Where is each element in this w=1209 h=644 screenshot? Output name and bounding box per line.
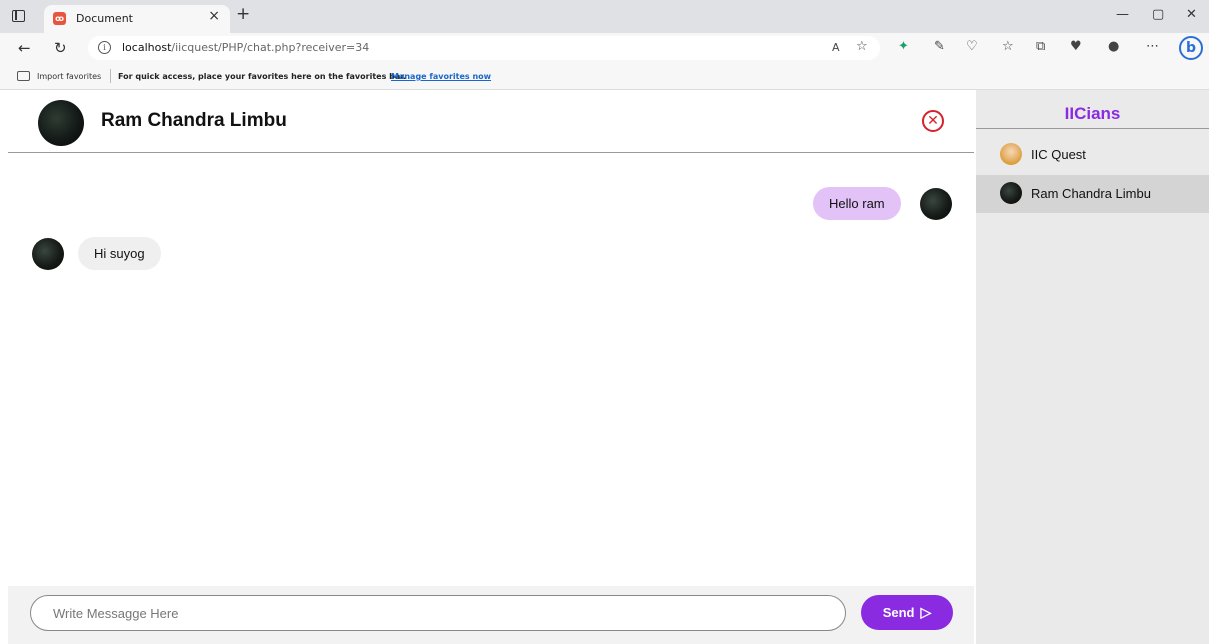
xampp-favicon-icon: ꝏ — [53, 12, 66, 25]
manage-favorites-link[interactable]: Manage favorites now — [391, 72, 491, 81]
browser-tab[interactable]: ꝏ Document × — [44, 5, 230, 33]
browser-essentials-icon[interactable]: ♡ — [966, 39, 978, 54]
url-field[interactable]: i localhost/iicquest/PHP/chat.php?receiv… — [88, 36, 880, 60]
window-close-icon[interactable]: ✕ — [1186, 7, 1197, 22]
favorites-divider — [110, 69, 111, 83]
users-sidebar: IICians IIC Quest Ram Chandra Limbu — [976, 90, 1209, 644]
more-options-icon[interactable]: ⋯ — [1146, 39, 1159, 54]
send-arrow-icon: ▷ — [920, 604, 932, 620]
browser-address-bar: ← ↻ i localhost/iicquest/PHP/chat.php?re… — [0, 33, 1209, 63]
refresh-icon[interactable]: ↻ — [54, 39, 67, 57]
chat-page: Ram Chandra Limbu ✕ Hello ram Hi suyog S… — [0, 90, 1209, 644]
bing-icon[interactable]: b — [1179, 36, 1203, 60]
import-favorites-link[interactable]: Import favorites — [37, 72, 101, 81]
sidebar-title: IICians — [976, 90, 1209, 129]
favorites-icon[interactable]: ☆ — [1002, 39, 1014, 54]
extension-icon[interactable]: ✦ — [898, 39, 909, 54]
sidebar-user-iic-quest[interactable]: IIC Quest — [976, 136, 1209, 174]
message-outgoing: Hello ram — [813, 187, 901, 220]
chat-header: Ram Chandra Limbu ✕ — [8, 90, 974, 153]
browser-tab-bar: ꝏ Document × + — ▢ ✕ — [0, 0, 1209, 33]
new-tab-icon[interactable]: + — [236, 4, 250, 24]
tab-actions-icon[interactable] — [12, 10, 25, 22]
receiver-name: Ram Chandra Limbu — [101, 110, 287, 131]
user-name: Ram Chandra Limbu — [1031, 186, 1151, 201]
restore-icon[interactable]: ▢ — [1152, 7, 1164, 22]
copilot-heart-icon[interactable]: ♥ — [1070, 39, 1082, 54]
import-favorites-icon[interactable] — [17, 71, 30, 81]
close-chat-icon[interactable]: ✕ — [922, 110, 944, 132]
sidebar-user-ram-chandra-limbu[interactable]: Ram Chandra Limbu — [976, 175, 1209, 213]
message-input[interactable] — [30, 595, 846, 631]
pen-extension-icon[interactable]: ✎ — [934, 39, 945, 54]
receiver-avatar — [38, 100, 84, 146]
message-incoming: Hi suyog — [78, 237, 161, 270]
url-text: localhost/iicquest/PHP/chat.php?receiver… — [122, 41, 370, 54]
favorite-star-icon[interactable]: ☆ — [856, 39, 868, 54]
user-avatar — [1000, 182, 1022, 204]
sender-avatar — [920, 188, 952, 220]
tab-close-icon[interactable]: × — [208, 8, 220, 24]
minimize-icon[interactable]: — — [1116, 7, 1129, 22]
read-aloud-icon[interactable]: A — [832, 41, 840, 54]
send-label: Send — [882, 605, 915, 620]
user-avatar — [1000, 143, 1022, 165]
message-composer: Send ▷ — [8, 586, 974, 644]
send-button[interactable]: Send ▷ — [861, 595, 953, 630]
receiver-message-avatar — [32, 238, 64, 270]
profile-icon[interactable]: ● — [1108, 39, 1119, 54]
favorites-bar: Import favorites For quick access, place… — [0, 63, 1209, 90]
back-icon[interactable]: ← — [18, 39, 31, 57]
site-info-icon[interactable]: i — [98, 41, 111, 54]
favorites-message: For quick access, place your favorites h… — [118, 72, 407, 81]
user-name: IIC Quest — [1031, 147, 1086, 162]
tab-title: Document — [76, 12, 133, 25]
collections-icon[interactable]: ⧉ — [1036, 39, 1045, 54]
chat-panel: Ram Chandra Limbu ✕ Hello ram Hi suyog S… — [8, 90, 974, 644]
